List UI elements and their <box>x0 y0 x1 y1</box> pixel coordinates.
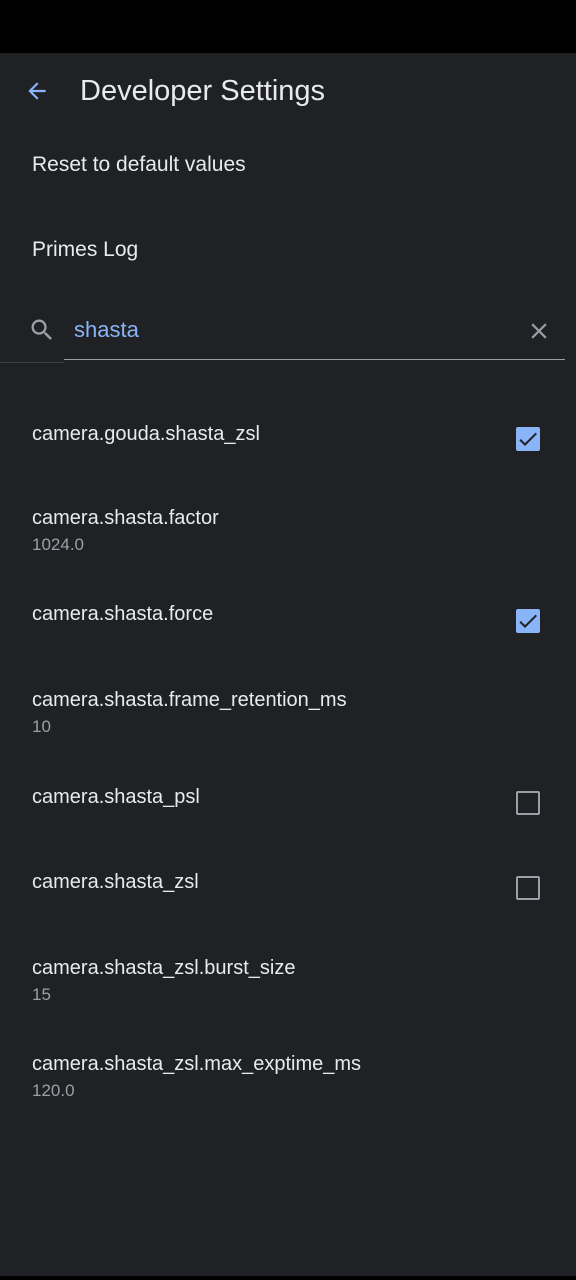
back-button[interactable] <box>16 71 58 111</box>
search-field <box>64 300 565 360</box>
setting-checkbox[interactable] <box>516 876 540 900</box>
setting-value: 10 <box>32 717 51 736</box>
setting-title: camera.shasta.factor <box>32 507 219 529</box>
setting-row[interactable]: camera.shasta_zsl.max_exptime_ms 120.0 <box>0 1052 576 1132</box>
primes-log-button[interactable]: Primes Log <box>32 237 138 263</box>
setting-row[interactable]: camera.gouda.shasta_zsl <box>0 420 576 500</box>
setting-title: camera.shasta_zsl.burst_size <box>32 957 296 979</box>
setting-value: 1024.0 <box>32 535 84 554</box>
setting-row[interactable]: camera.shasta.factor 1024.0 <box>0 506 576 586</box>
setting-value: 120.0 <box>32 1081 75 1100</box>
setting-title: camera.shasta_zsl <box>32 871 199 893</box>
status-bar <box>0 0 576 53</box>
close-icon <box>531 323 547 339</box>
check-icon <box>519 432 537 446</box>
navigation-bar <box>0 1276 576 1280</box>
setting-row[interactable]: camera.shasta.frame_retention_ms 10 <box>0 688 576 768</box>
search-icon <box>31 319 52 340</box>
app-bar: Developer Settings <box>0 53 576 129</box>
setting-row[interactable]: camera.shasta_zsl.burst_size 15 <box>0 956 576 1036</box>
divider <box>0 362 64 363</box>
setting-checkbox[interactable] <box>516 609 540 633</box>
setting-value: 15 <box>32 985 51 1004</box>
setting-checkbox[interactable] <box>516 791 540 815</box>
setting-row[interactable]: camera.shasta_psl <box>0 785 576 865</box>
reset-defaults-button[interactable]: Reset to default values <box>32 152 246 178</box>
setting-title: camera.shasta_zsl.max_exptime_ms <box>32 1053 362 1075</box>
setting-row[interactable]: camera.shasta_zsl <box>0 870 576 950</box>
setting-title: camera.shasta.frame_retention_ms <box>32 689 347 711</box>
setting-title: camera.shasta.force <box>32 603 214 625</box>
check-icon <box>519 614 537 628</box>
search-bar <box>0 300 576 362</box>
setting-title: camera.gouda.shasta_zsl <box>32 423 260 445</box>
setting-title: camera.shasta_psl <box>32 786 200 808</box>
setting-checkbox[interactable] <box>516 427 540 451</box>
clear-search-button[interactable] <box>524 316 554 346</box>
setting-row[interactable]: camera.shasta.force <box>0 602 576 682</box>
page-title: Developer Settings <box>80 75 326 107</box>
search-input[interactable] <box>74 314 504 346</box>
arrow-back-icon <box>28 82 46 100</box>
